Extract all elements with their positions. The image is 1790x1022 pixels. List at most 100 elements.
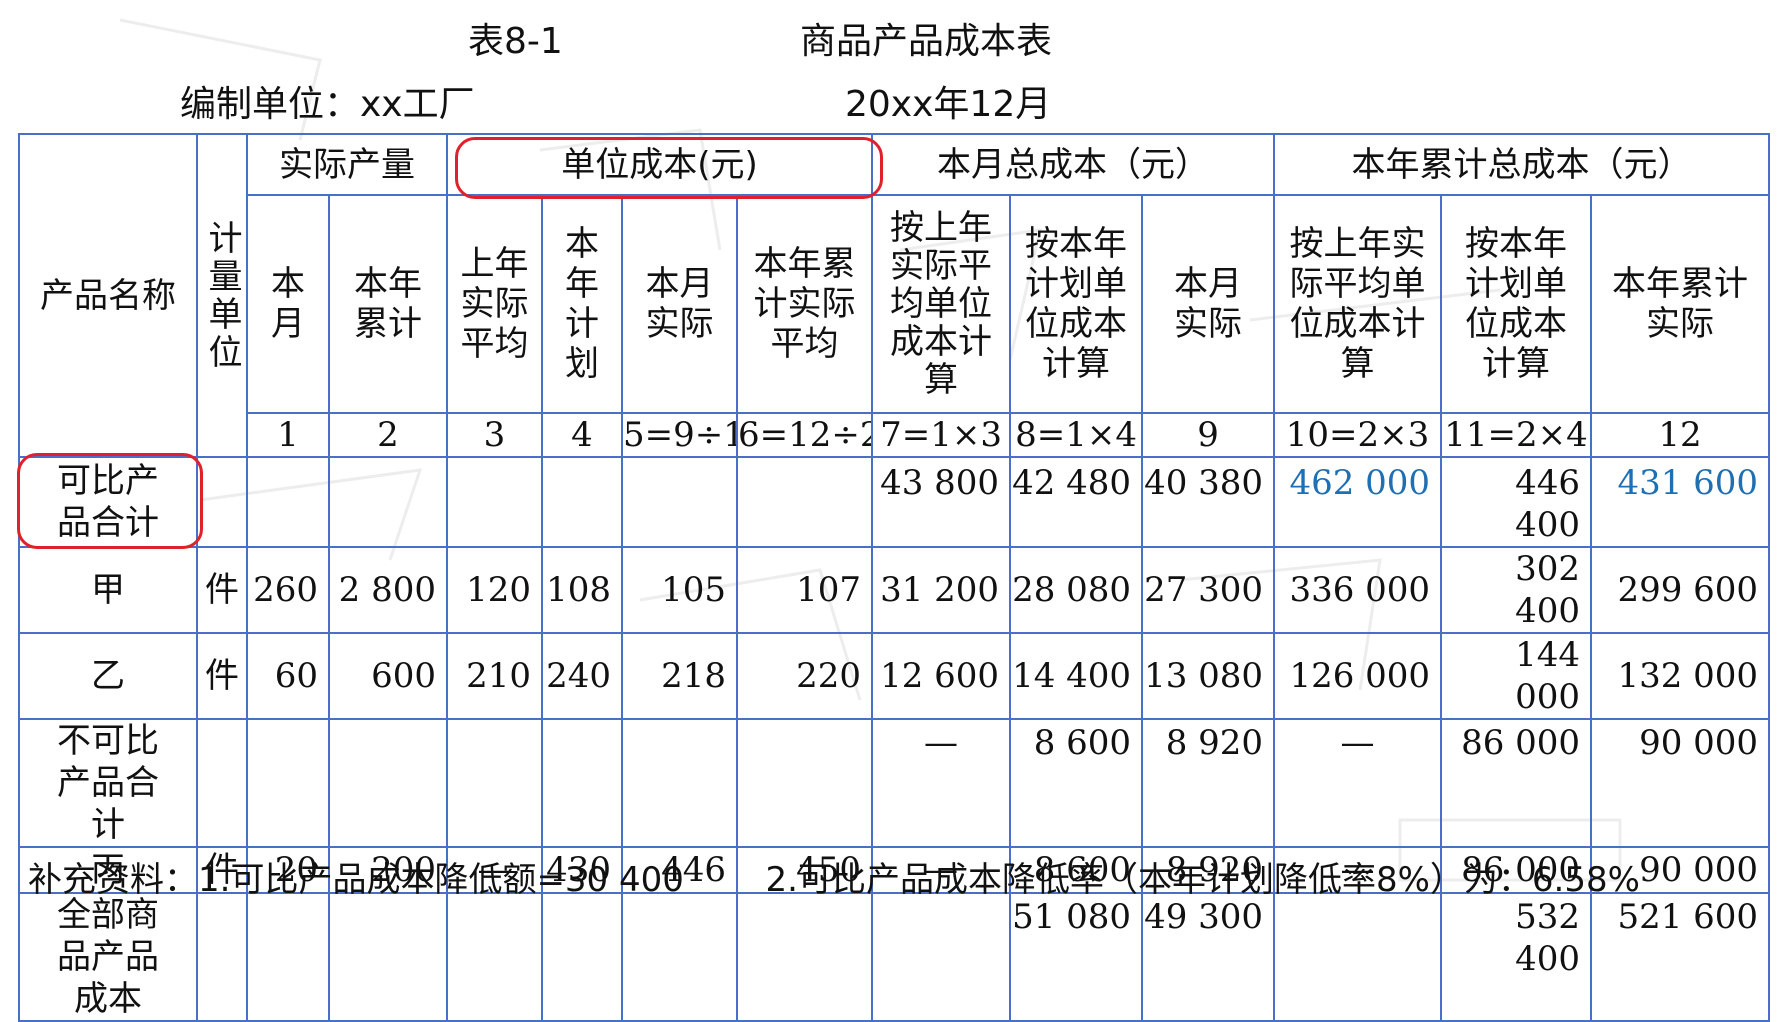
row-unit	[196, 456, 248, 548]
header-unit-cost: 单位成本(元)	[445, 133, 874, 196]
table-cell: 126 000	[1273, 632, 1443, 720]
table-cell: 8 600	[1009, 718, 1144, 848]
index-cell: 1	[246, 412, 330, 458]
index-cell: 3	[446, 412, 543, 458]
table-cell	[328, 718, 448, 848]
table-cell	[446, 718, 543, 848]
table-cell: 144 000	[1440, 632, 1593, 720]
index-cell: 5=9÷1	[621, 412, 738, 458]
header-actual-qty: 实际产量	[246, 133, 448, 196]
unit-label: 编制单位：xx工厂	[180, 84, 475, 125]
row-product-name: 乙	[18, 632, 198, 720]
table-cell	[328, 456, 448, 548]
supplementary-note: 补充资料：1.可比产品成本降低额=30 400 2.可比产品成本降低率（本年计划…	[28, 852, 1640, 901]
table-row: 可比产品合计 43 800 42 480 40 380 462 000 446 …	[18, 456, 1771, 548]
table-cell: 51 080	[1009, 892, 1144, 1022]
row-unit	[196, 718, 248, 848]
table-row: 全部商品产品成本 51 080 49 300 532 400 521 600	[18, 892, 1771, 1022]
table-cell: 446 400	[1440, 456, 1593, 548]
table-cell: 27 300	[1141, 546, 1276, 634]
row-product-name: 不可比产品合计	[18, 718, 198, 848]
table-cell	[541, 718, 623, 848]
header-unit: 计量单位	[196, 133, 248, 458]
sub-header: 本年计划	[541, 194, 623, 414]
table-row: 乙 件 60 600 210 240 218 220 12 600 14 400…	[18, 632, 1771, 720]
table-cell	[328, 892, 448, 1022]
sub-header: 本年累计实际平均	[735, 194, 874, 414]
table-cell: 108	[541, 546, 623, 634]
index-cell: 11=2×4	[1440, 412, 1593, 458]
table-cell: 600	[328, 632, 448, 720]
table-cell: 120	[446, 546, 543, 634]
index-cell: 8=1×4	[1009, 412, 1144, 458]
header-month-total: 本月总成本（元）	[871, 133, 1276, 196]
table-cell: 299 600	[1590, 546, 1771, 634]
table-cell: 431 600	[1590, 456, 1771, 548]
table-cell: 220	[735, 632, 874, 720]
table-cell	[1273, 892, 1443, 1022]
table-cell	[541, 892, 623, 1022]
table-cell: 132 000	[1590, 632, 1771, 720]
header-year-total: 本年累计总成本（元）	[1273, 133, 1771, 196]
table-cell: 336 000	[1273, 546, 1443, 634]
table-cell	[541, 456, 623, 548]
index-cell: 10=2×3	[1273, 412, 1443, 458]
date-label: 20xx年12月	[845, 84, 1052, 125]
row-product-name: 可比产品合计	[18, 456, 198, 548]
row-unit: 件	[196, 632, 248, 720]
table-row: 甲 件 260 2 800 120 108 105 107 31 200 28 …	[18, 546, 1771, 634]
table-cell: 532 400	[1440, 892, 1593, 1022]
table-cell	[246, 718, 330, 848]
table-cell	[246, 892, 330, 1022]
table-cell	[446, 892, 543, 1022]
table-cell: 210	[446, 632, 543, 720]
table-cell: 14 400	[1009, 632, 1144, 720]
table-cell: 302 400	[1440, 546, 1593, 634]
table-cell: 40 380	[1141, 456, 1276, 548]
table-cell	[621, 718, 738, 848]
index-cell: 2	[328, 412, 448, 458]
table-cell: 2 800	[328, 546, 448, 634]
sub-header: 本月	[246, 194, 330, 414]
table-row: 不可比产品合计 — 8 600 8 920 — 86 000 90 000	[18, 718, 1771, 848]
sub-header: 本月实际	[1141, 194, 1276, 414]
sub-header: 本年累计	[328, 194, 448, 414]
row-product-name: 甲	[18, 546, 198, 634]
index-cell: 12	[1590, 412, 1771, 458]
table-cell: 462 000	[1273, 456, 1443, 548]
row-unit	[196, 892, 248, 1022]
table-cell: 8 920	[1141, 718, 1276, 848]
table-cell: 49 300	[1141, 892, 1276, 1022]
table-cell	[446, 456, 543, 548]
table-cell	[871, 892, 1012, 1022]
table-cell	[735, 718, 874, 848]
sub-header: 按本年计划单位成本计算	[1009, 194, 1144, 414]
table-cell: 218	[621, 632, 738, 720]
header-product-name: 产品名称	[18, 133, 198, 458]
index-cell: 7=1×3	[871, 412, 1012, 458]
table-cell	[735, 892, 874, 1022]
table-cell: 260	[246, 546, 330, 634]
sub-header: 本月实际	[621, 194, 738, 414]
table-cell: 43 800	[871, 456, 1012, 548]
table-cell: 90 000	[1590, 718, 1771, 848]
table-cell: 28 080	[1009, 546, 1144, 634]
sub-header: 按上年实际平均单位成本计算	[1273, 194, 1443, 414]
row-product-name: 全部商品产品成本	[18, 892, 198, 1022]
table-cell: 240	[541, 632, 623, 720]
table-cell: 31 200	[871, 546, 1012, 634]
table-cell: 42 480	[1009, 456, 1144, 548]
index-cell: 6=12÷2	[735, 412, 874, 458]
table-cell: 86 000	[1440, 718, 1593, 848]
note-reduction-amount: 补充资料：1.可比产品成本降低额=30 400	[28, 860, 684, 900]
table-cell: 105	[621, 546, 738, 634]
index-cell: 9	[1141, 412, 1276, 458]
table-code: 表8-1	[468, 21, 563, 62]
table-cell: —	[1273, 718, 1443, 848]
table-cell: 521 600	[1590, 892, 1771, 1022]
sub-header: 本年累计实际	[1590, 194, 1771, 414]
table-cell: 12 600	[871, 632, 1012, 720]
sub-header: 按上年实际平均单位成本计算	[871, 194, 1012, 414]
table-cell	[735, 456, 874, 548]
table-cell	[621, 892, 738, 1022]
